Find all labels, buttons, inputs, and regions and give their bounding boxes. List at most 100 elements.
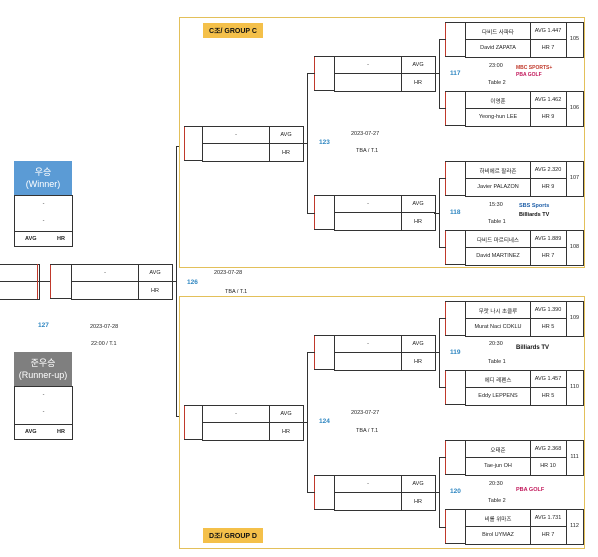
group-c-q1-no: 117 [450, 70, 461, 77]
player-name-en: Tae-jun OH [484, 463, 512, 469]
third-time: 22:00 / T.1 [91, 341, 117, 347]
player-avg: AVG 1.731 [534, 515, 562, 521]
group-c-semi-box: - AVG HR [202, 126, 304, 162]
group-d-semi-no: 124 [319, 418, 330, 425]
player-name-kr: 다비드 마르티네스 [476, 238, 519, 244]
group-c-label: C조/ GROUP C [203, 23, 263, 38]
player-name-en: Birol UYMAZ [482, 532, 514, 538]
player-name-kr: 비롤 위마즈 [484, 517, 512, 523]
group-c-semi-name: - [235, 132, 237, 138]
player-name-en: David MARTINEZ [476, 253, 520, 259]
group-c-q1-table: Table 2 [488, 80, 506, 86]
runner-up-line-1: - [42, 392, 45, 398]
group-d-player-3: 오태준 Tae-jun OH AVG 2.368 HR 10 111 [465, 440, 584, 476]
group-d-q1-box: - AVG HR [334, 335, 436, 371]
player-avg: AVG 1.447 [534, 28, 562, 34]
player-avg: AVG 1.889 [534, 236, 562, 242]
player-seed: 112 [570, 523, 579, 529]
player-seed: 111 [570, 454, 579, 460]
group-c-q1-time: 23:00 [489, 63, 503, 69]
player-seed: 107 [569, 175, 580, 181]
group-c-semi-date: 2023-07-27 [351, 131, 380, 137]
player-seed: 106 [569, 105, 580, 111]
group-c-player-2: 이영훈 Yeong-hun LEE AVG 1.462 HR 9 106 [465, 91, 584, 127]
group-d-semi-hr: HR [282, 429, 290, 435]
player-name-en: Eddy LEPPENS [478, 393, 518, 399]
group-c-q2-avg: AVG [412, 201, 424, 207]
player-name-kr: 이영훈 [490, 99, 506, 105]
group-d-player-4: 비롤 위마즈 Birol UYMAZ AVG 1.731 HR 7 112 [465, 509, 584, 545]
winner-header: 우승 (Winner) [14, 161, 72, 195]
group-c-q2-hr: HR [414, 219, 422, 225]
player-name-kr: 하비에르 팔라존 [479, 169, 517, 175]
left-stub-box [0, 264, 40, 300]
player-name-kr: 에디 레펜스 [484, 378, 512, 384]
group-c-semi-avg: AVG [280, 132, 292, 138]
runner-up-card: - - AVG HR [14, 386, 73, 440]
player-name-en: Murat Naci COKLU [474, 324, 522, 330]
player-avg: AVG 1.457 [534, 376, 562, 382]
player-name-en: David ZAPATA [480, 45, 516, 51]
runner-up-header: 준우승 (Runner-up) [14, 352, 72, 386]
player-name-en: Yeong-hun LEE [478, 114, 518, 120]
group-c-player-4: 다비드 마르티네스 David MARTINEZ AVG 1.889 HR 7 … [465, 230, 584, 266]
group-d-player-2: 에디 레펜스 Eddy LEPPENS AVG 1.457 HR 5 110 [465, 370, 584, 406]
final-avg: AVG [149, 270, 161, 276]
pba-golf-logo: PBA GOLF [516, 487, 545, 493]
billiards-tv-logo: Billiards TV [516, 345, 550, 351]
group-d-label: D조/ GROUP D [203, 528, 263, 543]
billiards-tv-logo: Billiards TV [519, 212, 550, 218]
group-d-player-1: 무랏 나시 초클루 Murat Naci COKLU AVG 1.390 HR … [465, 301, 584, 337]
group-c-q1-name: - [367, 62, 369, 68]
player-seed: 110 [570, 384, 579, 390]
group-c-q2-time: 15:30 [489, 202, 503, 208]
player-hr: HR 10 [540, 463, 556, 469]
pba-golf-logo: PBA GOLF [516, 72, 542, 78]
group-d-q1-time: 20:30 [489, 341, 503, 347]
sbs-sports-logo: SBS Sports [519, 203, 550, 209]
winner-line-1: - [42, 201, 45, 207]
player-hr: HR 5 [541, 393, 555, 399]
group-d-semi-table: TBA / T.1 [356, 428, 379, 434]
winner-title: 우승 [34, 167, 52, 177]
player-name-kr: 무랏 나시 초클루 [478, 309, 518, 315]
group-d-q1-table: Table 1 [488, 359, 506, 365]
group-d-q2-avg: AVG [412, 481, 424, 487]
player-seed: 105 [569, 36, 580, 42]
player-avg: AVG 2.368 [534, 446, 562, 452]
winner-avg: AVG [25, 236, 37, 242]
group-c-semi-hr: HR [282, 150, 290, 156]
player-avg: AVG 2.320 [534, 167, 562, 173]
group-c-q1-hr: HR [414, 80, 422, 86]
group-d-semi-date: 2023-07-27 [351, 410, 380, 416]
final-match-no: 126 [187, 279, 198, 286]
third-date: 2023-07-28 [90, 324, 119, 330]
final-box: - AVG HR [71, 264, 173, 300]
winner-card: - - AVG HR [14, 195, 73, 247]
group-d-semi-name: - [235, 411, 237, 417]
group-d-q1-avg: AVG [412, 341, 424, 347]
group-c-q2-table: Table 1 [488, 219, 506, 225]
player-hr: HR 7 [541, 532, 555, 538]
runner-up-title: 준우승 [30, 358, 56, 368]
player-name-kr: 오태준 [490, 448, 506, 454]
runner-up-subtitle: (Runner-up) [18, 370, 68, 380]
player-hr: HR 7 [541, 253, 555, 259]
winner-subtitle: (Winner) [25, 179, 61, 189]
group-d-q2-box: - AVG HR [334, 475, 436, 511]
final-hr: HR [151, 288, 159, 294]
group-d-q2-no: 120 [450, 488, 461, 495]
group-c-q1-box: - AVG HR [334, 56, 436, 92]
group-d-q1-name: - [367, 341, 369, 347]
group-d-q1-no: 119 [450, 349, 461, 356]
player-name-kr: 다비드 사파타 [482, 30, 514, 36]
final-name: - [104, 270, 106, 276]
group-d-q2-name: - [367, 481, 369, 487]
player-hr: HR 9 [541, 114, 555, 120]
group-d-q2-table: Table 2 [488, 498, 506, 504]
player-avg: AVG 1.390 [534, 307, 562, 313]
player-hr: HR 5 [541, 324, 555, 330]
final-table: TBA / T.1 [225, 289, 248, 295]
winner-hr: HR [57, 236, 65, 242]
runner-up-hr: HR [57, 429, 65, 435]
